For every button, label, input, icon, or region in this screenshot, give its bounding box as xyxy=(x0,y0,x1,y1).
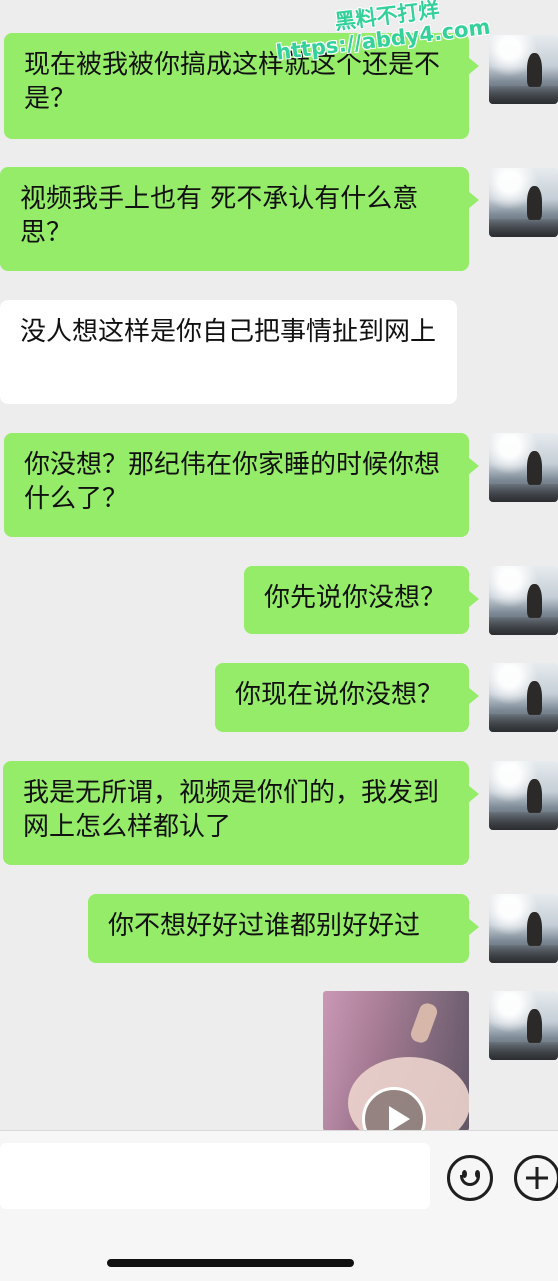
emoji-mouth-shape xyxy=(460,1175,480,1186)
user-avatar[interactable] xyxy=(489,991,558,1060)
chat-message-list[interactable]: 现在被我被你搞成这样就这个还是不是？ 视频我手上也有 死不承认有什么意思？ 没人… xyxy=(0,0,558,1130)
message-bubble[interactable]: 没人想这样是你自己把事情扯到网上 xyxy=(0,300,457,404)
video-message[interactable] xyxy=(323,991,469,1130)
message-bubble[interactable]: 你不想好好过谁都别好好过 xyxy=(88,894,479,963)
message-bubble[interactable]: 你没想？那纪伟在你家睡的时候你想什么了？ xyxy=(4,433,479,537)
user-avatar[interactable] xyxy=(489,894,558,963)
user-avatar[interactable] xyxy=(489,168,558,237)
message-bubble[interactable]: 我是无所谓，视频是你们的，我发到网上怎么样都认了 xyxy=(3,761,479,865)
plus-icon[interactable] xyxy=(514,1155,558,1201)
home-indicator xyxy=(107,1259,354,1267)
message-input[interactable] xyxy=(0,1143,430,1209)
user-avatar[interactable] xyxy=(489,433,558,502)
user-avatar[interactable] xyxy=(489,663,558,732)
user-avatar[interactable] xyxy=(489,761,558,830)
play-icon[interactable] xyxy=(362,1087,426,1130)
user-avatar[interactable] xyxy=(489,566,558,635)
message-bubble[interactable]: 你先说你没想？ xyxy=(244,566,479,634)
user-avatar[interactable] xyxy=(489,35,558,104)
message-bubble[interactable]: 你现在说你没想？ xyxy=(215,663,479,732)
emoji-icon[interactable] xyxy=(447,1155,493,1201)
message-bubble[interactable]: 现在被我被你搞成这样就这个还是不是？ xyxy=(4,33,479,139)
message-bubble[interactable]: 视频我手上也有 死不承认有什么意思？ xyxy=(0,167,479,271)
